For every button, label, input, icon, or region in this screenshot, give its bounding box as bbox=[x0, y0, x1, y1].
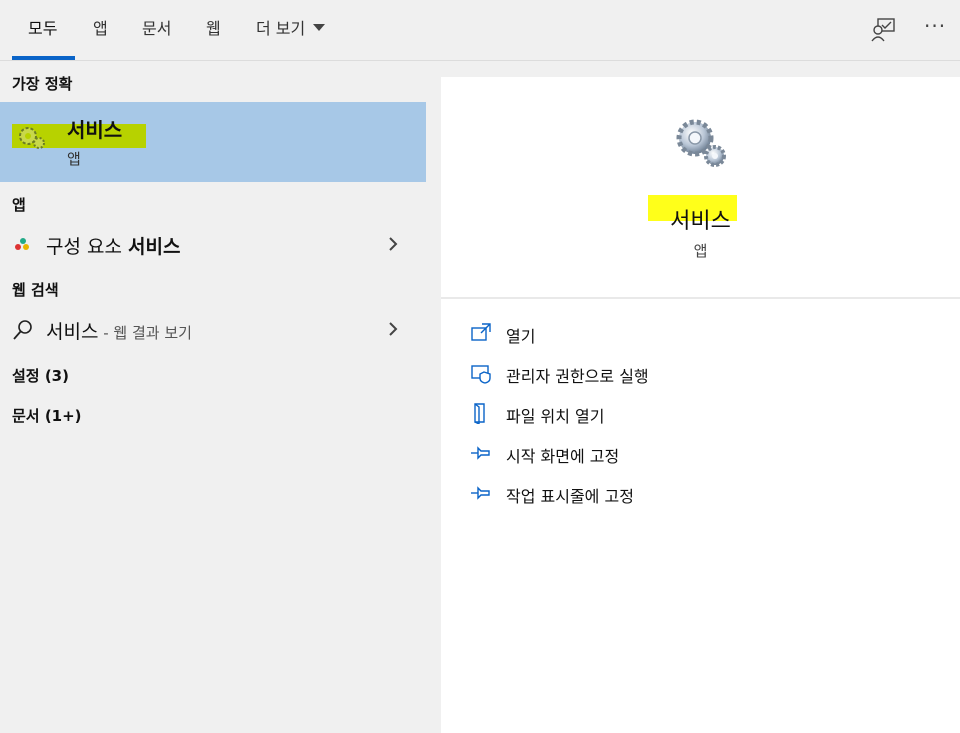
settings-header[interactable]: 설정 (3) bbox=[12, 365, 69, 386]
action-pin-to-start[interactable]: 시작 화면에 고정 bbox=[470, 439, 890, 469]
list-item-web-search[interactable]: 서비스 - 웹 결과 보기 bbox=[0, 309, 426, 349]
list-item-prefix: 구성 요소 bbox=[46, 236, 128, 258]
tab-more-label: 더 보기 bbox=[256, 19, 306, 38]
gears-icon bbox=[676, 119, 726, 167]
admin-shield-icon bbox=[471, 365, 491, 384]
tab-all[interactable]: 모두 bbox=[28, 0, 57, 61]
gears-icon bbox=[19, 127, 45, 149]
more-options-icon[interactable]: ··· bbox=[924, 14, 950, 40]
action-run-as-admin[interactable]: 관리자 권한으로 실행 bbox=[470, 359, 890, 389]
open-icon bbox=[471, 323, 491, 341]
search-icon bbox=[13, 320, 32, 340]
feedback-icon[interactable] bbox=[870, 17, 896, 43]
web-search-label: 서비스 - 웹 결과 보기 bbox=[46, 317, 192, 344]
action-open[interactable]: 열기 bbox=[470, 319, 890, 349]
active-tab-indicator bbox=[12, 56, 75, 60]
tab-web-label: 웹 bbox=[206, 19, 221, 38]
web-search-suffix: - 웹 결과 보기 bbox=[98, 324, 192, 342]
action-label: 작업 표시줄에 고정 bbox=[506, 487, 634, 506]
web-search-query: 서비스 bbox=[46, 321, 99, 343]
action-label: 파일 위치 열기 bbox=[506, 407, 605, 426]
tab-more[interactable]: 더 보기 bbox=[256, 0, 326, 61]
pin-icon bbox=[471, 446, 490, 460]
tab-documents[interactable]: 문서 bbox=[142, 0, 171, 61]
tab-all-label: 모두 bbox=[28, 19, 58, 38]
apps-header: 앱 bbox=[12, 196, 26, 214]
best-match-subtitle: 앱 bbox=[67, 150, 81, 168]
list-item-component-services[interactable]: 구성 요소 서비스 bbox=[0, 224, 426, 264]
tab-apps-label: 앱 bbox=[93, 19, 108, 38]
best-match-result[interactable]: 서비스 앱 bbox=[0, 102, 426, 182]
best-match-title: 서비스 bbox=[67, 118, 123, 142]
action-label: 관리자 권한으로 실행 bbox=[506, 367, 649, 386]
file-location-icon bbox=[474, 403, 485, 424]
app-detail-type: 앱 bbox=[693, 242, 708, 260]
action-open-file-location[interactable]: 파일 위치 열기 bbox=[470, 399, 890, 429]
tab-web[interactable]: 웹 bbox=[206, 0, 221, 61]
chevron-down-icon bbox=[313, 24, 326, 31]
chevron-right-icon[interactable] bbox=[386, 321, 400, 337]
pin-icon bbox=[471, 486, 490, 500]
documents-header[interactable]: 문서 (1+) bbox=[12, 405, 82, 426]
app-detail-card: 서비스 앱 bbox=[441, 77, 960, 297]
action-label: 시작 화면에 고정 bbox=[506, 447, 620, 466]
list-item-bold: 서비스 bbox=[128, 236, 181, 258]
results-pane: 가장 정확 서비스 앱 앱 구성 요소 서비스 웹 검색 서비스 - 웹 결과 … bbox=[0, 61, 426, 733]
tab-documents-label: 문서 bbox=[142, 19, 172, 38]
component-services-icon bbox=[15, 238, 29, 250]
chevron-right-icon[interactable] bbox=[386, 236, 400, 252]
web-search-header: 웹 검색 bbox=[12, 281, 59, 299]
search-scope-tabbar: 모두 앱 문서 웹 더 보기 ··· bbox=[0, 0, 960, 61]
app-detail-name: 서비스 bbox=[670, 209, 731, 234]
more-options-glyph: ··· bbox=[924, 14, 947, 38]
action-label: 열기 bbox=[506, 327, 536, 346]
action-pin-to-taskbar[interactable]: 작업 표시줄에 고정 bbox=[470, 479, 890, 509]
best-match-header: 가장 정확 bbox=[12, 75, 73, 93]
list-item-label: 구성 요소 서비스 bbox=[46, 232, 180, 259]
tab-apps[interactable]: 앱 bbox=[93, 0, 108, 61]
